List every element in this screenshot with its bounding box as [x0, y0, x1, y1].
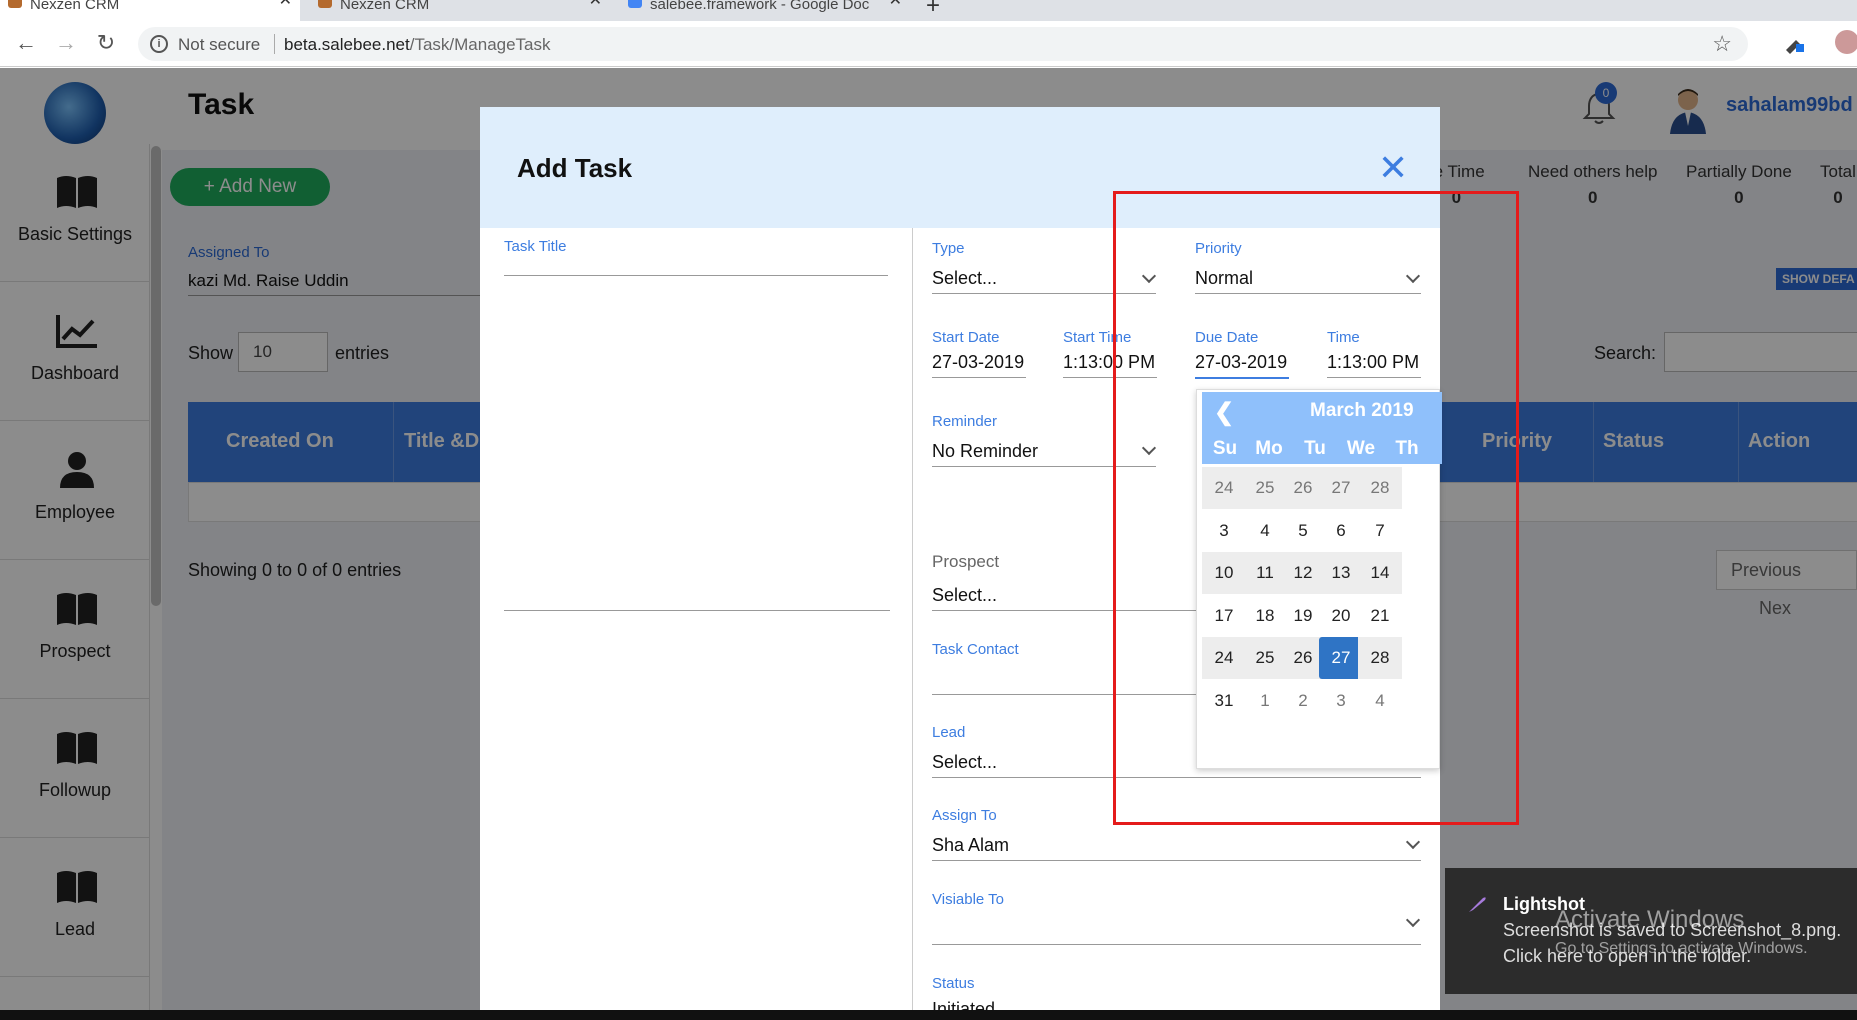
status-select[interactable]: Initiated	[932, 999, 1421, 1010]
task-description-textarea[interactable]	[504, 287, 890, 611]
url-host: beta.salebee.net	[284, 35, 410, 54]
close-tab-icon[interactable]: ✕	[279, 0, 292, 9]
omnibox[interactable]: i Not secure beta.salebee.net/Task/Manag…	[138, 27, 1748, 61]
task-title-input[interactable]	[504, 244, 888, 276]
not-secure-label: Not secure	[178, 35, 261, 54]
extension-icon[interactable]	[1782, 30, 1806, 54]
type-label: Type	[932, 240, 965, 257]
close-tab-icon[interactable]: ✕	[889, 0, 902, 9]
activate-windows-watermark: Go to Settings to activate Windows.	[1555, 940, 1808, 957]
reload-icon[interactable]: ↻	[92, 30, 120, 56]
modal-title: Add Task	[517, 153, 633, 183]
task-contact-label: Task Contact	[932, 641, 1019, 658]
status-label: Status	[932, 975, 975, 992]
tab-label: Nexzen CRM	[30, 0, 120, 13]
start-date-input[interactable]: 27-03-2019	[932, 352, 1026, 378]
favicon-icon	[318, 0, 332, 8]
tab-label: Nexzen CRM	[340, 0, 430, 13]
browser-tab[interactable]: Nexzen CRM ✕	[310, 0, 610, 21]
new-tab-icon[interactable]: +	[926, 0, 940, 20]
visible-to-select[interactable]	[932, 919, 1421, 945]
divider	[274, 34, 275, 54]
assign-to-select[interactable]: Sha Alam	[932, 835, 1421, 861]
feather-icon	[1469, 897, 1486, 912]
highlight-annotation-box	[1113, 191, 1519, 825]
profile-avatar[interactable]	[1835, 30, 1857, 54]
assign-to-label: Assign To	[932, 807, 997, 824]
start-date-label: Start Date	[932, 329, 1000, 346]
prospect-label: Prospect	[932, 552, 1000, 571]
windows-taskbar	[0, 1010, 1857, 1020]
tab-label: salebee.framework - Google Doc	[650, 0, 870, 13]
lead-label: Lead	[932, 724, 966, 741]
browser-tabbar: Nexzen CRM ✕ Nexzen CRM ✕ salebee.framew…	[0, 0, 1857, 21]
close-tab-icon[interactable]: ✕	[589, 0, 602, 9]
forward-icon[interactable]: →	[52, 30, 80, 56]
back-icon[interactable]: ←	[12, 30, 40, 56]
browser-tab[interactable]: Nexzen CRM ✕	[0, 0, 300, 21]
bookmark-star-icon[interactable]: ☆	[1712, 31, 1732, 57]
activate-windows-watermark: Activate Windows	[1555, 906, 1745, 933]
reminder-label: Reminder	[932, 413, 998, 430]
browser-tab[interactable]: salebee.framework - Google Doc ✕	[620, 0, 910, 21]
divider	[912, 228, 913, 1010]
address-bar: ← → ↻ i Not secure beta.salebee.net/Task…	[0, 21, 1857, 67]
google-docs-icon	[628, 0, 642, 8]
close-icon[interactable]: ✕	[1378, 147, 1408, 189]
info-icon[interactable]: i	[150, 35, 168, 53]
visible-to-label: Visiable To	[932, 891, 1004, 908]
favicon-icon	[8, 0, 22, 8]
url-path: /Task/ManageTask	[409, 35, 551, 54]
url-text[interactable]: beta.salebee.net/Task/ManageTask	[284, 35, 551, 55]
